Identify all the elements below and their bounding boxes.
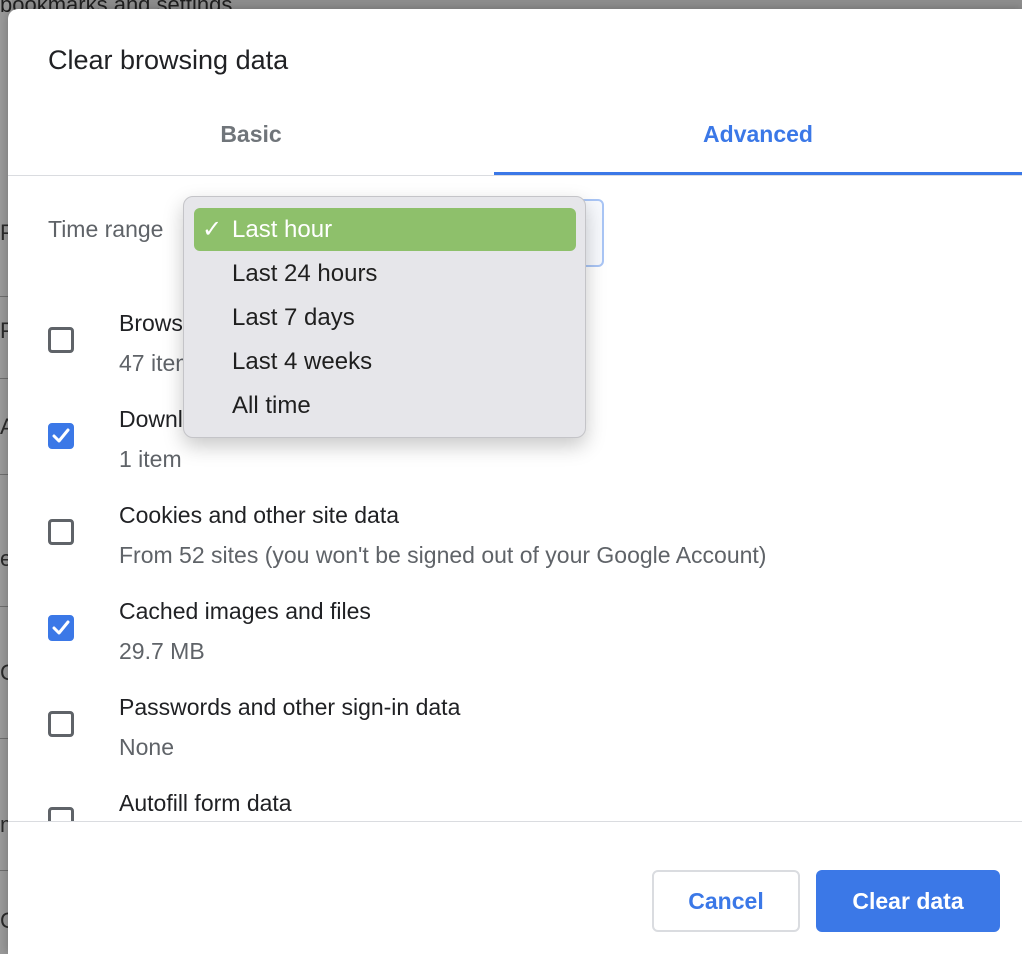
dropdown-item-all-time[interactable]: All time (194, 384, 576, 427)
option-title: Passwords and other sign-in data (119, 694, 461, 720)
dropdown-item-label: Last 4 weeks (232, 348, 373, 375)
dropdown-item-last-7-days[interactable]: Last 7 days (194, 296, 576, 339)
browsing-history-checkbox[interactable] (48, 327, 74, 353)
footer-divider (8, 821, 1022, 822)
option-cached-images[interactable]: Cached images and files 29.7 MB (8, 577, 1022, 673)
cancel-button[interactable]: Cancel (652, 870, 800, 932)
tabs-divider (8, 175, 1022, 176)
tab-advanced[interactable]: Advanced (494, 113, 1022, 173)
dropdown-item-label: Last hour (232, 216, 333, 243)
tab-basic[interactable]: Basic (8, 113, 494, 173)
time-range-label: Time range (48, 216, 164, 242)
download-history-checkbox[interactable] (48, 423, 74, 449)
option-subtitle: 29.7 MB (119, 638, 205, 664)
option-subtitle: None (119, 734, 174, 760)
dropdown-item-last-4-weeks[interactable]: Last 4 weeks (194, 340, 576, 383)
tab-bar: Basic Advanced (8, 113, 1022, 179)
dropdown-item-last-24-hours[interactable]: Last 24 hours (194, 252, 576, 295)
option-title: Cookies and other site data (119, 502, 400, 528)
checkmark-icon (52, 620, 70, 635)
cookies-checkbox[interactable] (48, 519, 74, 545)
checkmark-icon: ✓ (202, 216, 223, 243)
option-subtitle: 1 item (119, 446, 182, 472)
dropdown-item-last-hour[interactable]: ✓ Last hour (194, 208, 576, 251)
time-range-dropdown-menu: ✓ Last hour Last 24 hours Last 7 days La… (183, 196, 586, 438)
dialog-title: Clear browsing data (48, 45, 289, 75)
option-title: Cached images and files (119, 598, 371, 624)
dropdown-item-label: Last 24 hours (232, 260, 378, 287)
clear-data-button[interactable]: Clear data (816, 870, 1000, 932)
passwords-checkbox[interactable] (48, 711, 74, 737)
checkmark-icon (52, 428, 70, 443)
option-cookies[interactable]: Cookies and other site data From 52 site… (8, 481, 1022, 577)
clear-browsing-data-dialog: Clear browsing data Basic Advanced Time … (8, 9, 1022, 954)
option-autofill[interactable]: Autofill form data (8, 769, 1022, 821)
dropdown-item-label: All time (232, 392, 311, 419)
autofill-checkbox[interactable] (48, 807, 74, 821)
option-title: Autofill form data (119, 790, 292, 816)
dropdown-item-label: Last 7 days (232, 304, 355, 331)
option-subtitle: From 52 sites (you won't be signed out o… (119, 542, 767, 568)
cached-images-checkbox[interactable] (48, 615, 74, 641)
option-passwords[interactable]: Passwords and other sign-in data None (8, 673, 1022, 769)
